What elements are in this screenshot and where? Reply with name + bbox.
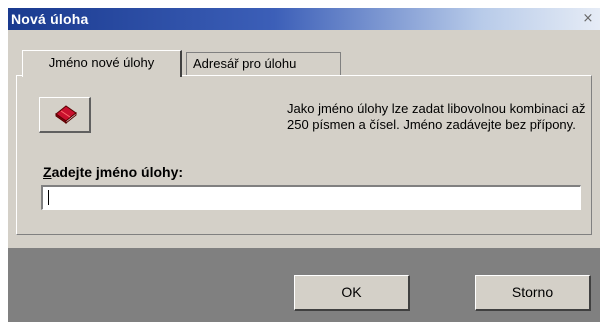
ok-button[interactable]: OK bbox=[294, 275, 410, 311]
cancel-button[interactable]: Storno bbox=[475, 275, 591, 311]
label-text: adejte jméno úlohy: bbox=[51, 164, 184, 180]
title-bar[interactable]: Nová úloha × bbox=[8, 8, 600, 30]
tab-panel: Jako jméno úlohy lze zadat libovolnou ko… bbox=[16, 75, 592, 235]
info-text: Jako jméno úlohy lze zadat libovolnou ko… bbox=[287, 101, 586, 132]
dialog-client-area: Jméno nové úlohy Adresář pro úlohu Jako … bbox=[8, 30, 600, 322]
label-accelerator: Z bbox=[43, 164, 52, 180]
tab-task-directory[interactable]: Adresář pro úlohu bbox=[186, 52, 341, 75]
button-bar: OK Storno bbox=[8, 248, 600, 322]
text-caret bbox=[48, 190, 49, 205]
red-book-icon bbox=[55, 105, 77, 124]
dialog-window: Nová úloha × Jméno nové úlohy Adresář pr… bbox=[0, 0, 600, 322]
icon-frame bbox=[39, 97, 91, 133]
tab-task-name[interactable]: Jméno nové úlohy bbox=[22, 50, 182, 77]
task-name-input[interactable] bbox=[41, 185, 581, 210]
close-icon[interactable]: × bbox=[582, 12, 594, 25]
window-title: Nová úloha bbox=[11, 11, 89, 27]
task-name-label: Zadejte jméno úlohy: bbox=[43, 164, 183, 180]
